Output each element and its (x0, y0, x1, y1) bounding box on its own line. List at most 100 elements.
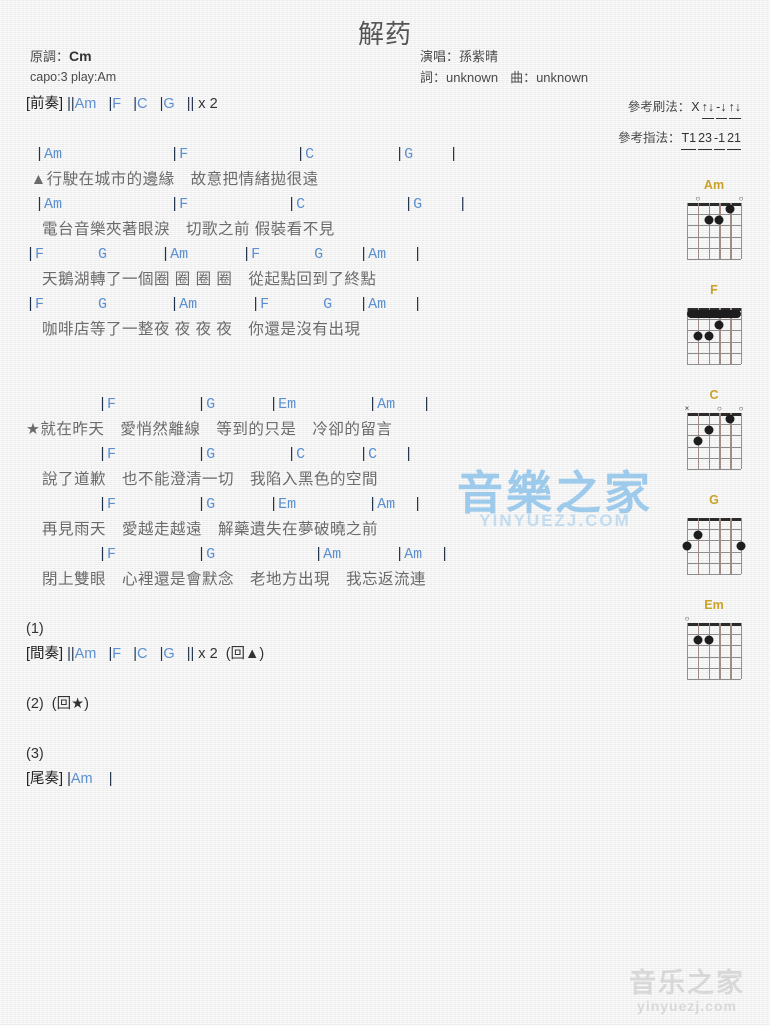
fret-line (687, 656, 741, 658)
chord-diagram-grid (687, 203, 743, 260)
original-key-row: 原調：Cm (30, 46, 116, 67)
finger-dot (693, 635, 703, 645)
composer-label: 曲： (510, 70, 537, 85)
chord-line: |Am |F |C |G | (35, 146, 459, 163)
string-line (708, 518, 710, 574)
finger-dot (736, 541, 746, 551)
finger-dot (704, 331, 714, 341)
string-line (741, 203, 743, 259)
sheet-spacer (26, 667, 666, 692)
sheet-spacer (26, 342, 666, 367)
fret-line (687, 540, 741, 542)
string-line (687, 623, 689, 679)
lyricist-value: unknown (446, 70, 499, 85)
singer-row: 演唱：孫紫晴 (412, 46, 742, 67)
fret-line (687, 247, 741, 249)
chord-diagram-label: F (710, 283, 718, 297)
lyric-line: ▲行駛在城市的邊緣 故意把情緒拋很遠 (26, 171, 319, 188)
fret-line (687, 679, 741, 680)
strum-pattern-sequence: X ↑↓ -↓ ↑↓ (690, 97, 742, 119)
fret-line (687, 319, 741, 321)
chord-diagram-em: Em ○ (672, 598, 756, 680)
open-string-icon: ○ (716, 404, 722, 413)
string-line (687, 203, 689, 259)
string-line (719, 413, 721, 469)
open-string-icon: ○ (738, 404, 744, 413)
fingerstyle-token: 23 (698, 128, 712, 150)
chord-line: |F |G |Am |Am | (98, 546, 450, 563)
string-line (708, 203, 710, 259)
chord-diagram-markers: ○ ○ (687, 194, 743, 203)
string-line (719, 623, 721, 679)
strum-token: -↓ (716, 97, 727, 119)
sheet-spacer (26, 117, 666, 142)
fret-line (687, 446, 741, 448)
fret-line (687, 214, 741, 216)
finger-dot (704, 215, 714, 225)
composer-value: unknown (536, 70, 589, 85)
fret-line (687, 574, 741, 575)
string-line (741, 413, 743, 469)
string-line (687, 413, 689, 469)
sheet-spacer (26, 717, 666, 742)
chord-diagram-grid (687, 623, 743, 680)
string-line (719, 203, 721, 259)
finger-dot (682, 541, 692, 551)
fret-line (687, 236, 741, 238)
fret-line (687, 341, 741, 343)
chord-line: |Am |F |C |G | (35, 196, 468, 213)
section-line: (2) (回★) (26, 696, 89, 712)
fret-line (687, 352, 741, 354)
finger-dot (704, 635, 714, 645)
finger-dot (693, 331, 703, 341)
chord-line: |F |G |Em |Am | (98, 496, 423, 513)
singer-label: 演唱： (420, 49, 460, 64)
chord-diagram-markers: × ○ ○ (684, 404, 744, 413)
fret-line (687, 457, 741, 459)
chord-sheet-page: 解药 原調：Cm capo:3 play:Am 演唱：孫紫晴 詞：unknown… (0, 0, 770, 1026)
watermark-bottom: 音乐之家 yinyuezj.com (612, 968, 762, 1014)
finger-dot (693, 436, 703, 446)
meta-left-block: 原調：Cm capo:3 play:Am (30, 46, 116, 87)
singer-value: 孫紫晴 (459, 49, 499, 64)
chord-diagram-markers: ○ (685, 614, 741, 623)
string-line (730, 623, 732, 679)
fret-line (687, 364, 741, 365)
lyric-line: ★就在昨天 愛悄然離線 等到的只是 冷卻的留言 (26, 421, 393, 438)
string-line (708, 413, 710, 469)
fret-line (687, 562, 741, 564)
fret-line (687, 645, 741, 647)
section-line: [間奏] ||Am |F |C |G || x 2 (回▲) (26, 646, 265, 662)
lyric-line: 天鵝湖轉了一個圈 圈 圈 圈 從起點回到了終點 (26, 271, 377, 288)
string-line (741, 308, 743, 364)
string-line (730, 518, 732, 574)
string-line (741, 623, 743, 679)
chord-line: |F G |Am |F G |Am | (26, 246, 423, 263)
finger-dot (714, 320, 724, 330)
section-line: [前奏] ||Am |F |C |G || x 2 (26, 96, 218, 112)
string-line (697, 623, 700, 679)
chord-line: |F |G |C |C | (98, 446, 414, 463)
string-line (697, 203, 700, 259)
string-line (697, 518, 700, 574)
fretboard-nut (687, 518, 741, 521)
section-line: [尾奏] |Am | (26, 771, 113, 787)
finger-dot (714, 215, 724, 225)
fret-line (687, 551, 741, 553)
muted-string-icon: × (684, 404, 690, 413)
lyricist-label: 詞： (420, 70, 447, 85)
chord-diagram-grid (682, 518, 746, 575)
chord-line: |F |G |Em |Am | (98, 396, 432, 413)
chord-diagram-f: F (672, 283, 756, 365)
lyric-line: 閉上雙眼 心裡還是會默念 老地方出現 我忘返流連 (26, 571, 427, 588)
fret-line (687, 667, 741, 669)
strum-token: ↑↓ (728, 97, 741, 119)
open-string-icon: ○ (695, 194, 701, 203)
section-line: (1) (26, 621, 44, 637)
strum-token: X (691, 100, 700, 114)
lyric-line: 咖啡店等了一整夜 夜 夜 夜 你還是沒有出現 (26, 321, 361, 338)
chord-diagram-grid (687, 308, 743, 365)
string-line (719, 518, 721, 574)
lyric-line: 再見雨天 愛越走越遠 解藥遺失在夢破曉之前 (26, 521, 379, 538)
finger-dot (725, 204, 735, 214)
